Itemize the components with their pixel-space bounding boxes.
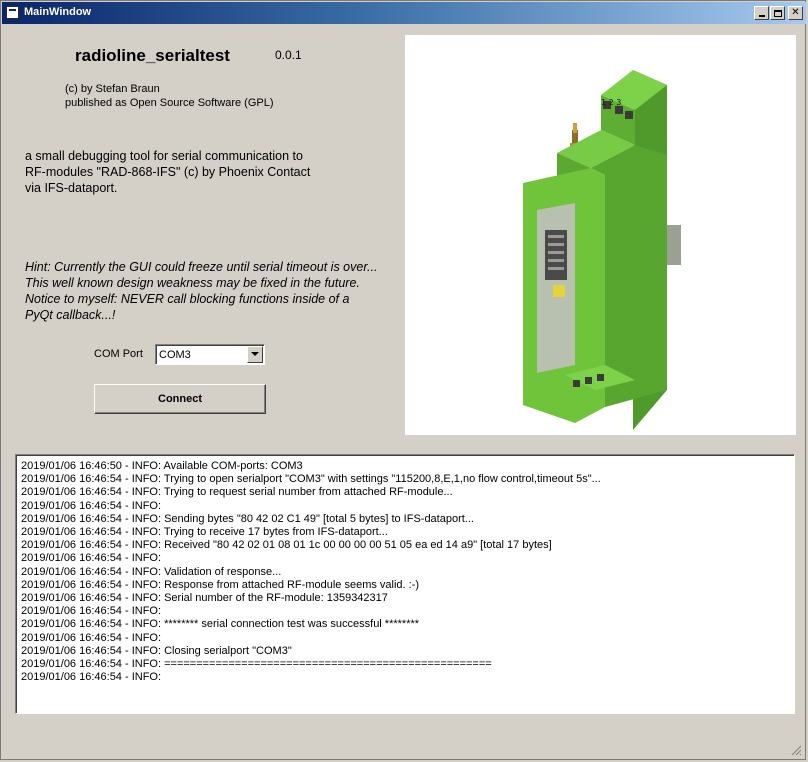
app-version: 0.0.1 — [275, 48, 302, 62]
close-button[interactable]: ✕ — [788, 6, 803, 20]
terminal-label: 1 2 3 — [601, 98, 621, 107]
hint-line: This well known design weakness may be f… — [25, 276, 360, 290]
connect-button[interactable]: Connect — [94, 384, 266, 414]
chevron-down-icon[interactable] — [247, 346, 263, 363]
log-line: 2019/01/06 16:46:50 - INFO: Available CO… — [21, 460, 303, 472]
hint-line: Notice to myself: NEVER call blocking fu… — [25, 292, 350, 306]
log-line: 2019/01/06 16:46:54 - INFO: Trying to re… — [21, 486, 453, 499]
credits: (c) by Stefan Braun published as Open So… — [65, 82, 274, 110]
credits-line: published as Open Source Software (GPL) — [65, 97, 274, 109]
log-line: 2019/01/06 16:46:54 - INFO: ******** ser… — [21, 618, 420, 631]
com-port-label: COM Port — [94, 348, 143, 360]
title-bar[interactable]: MainWindow ✕ — [2, 2, 806, 24]
app-window-icon — [6, 6, 19, 19]
log-line: 2019/01/06 16:46:54 - INFO: Serial numbe… — [21, 592, 388, 605]
resize-grip-icon[interactable] — [790, 744, 802, 756]
log-line: 2019/01/06 16:46:54 - INFO: Trying to op… — [21, 473, 601, 486]
log-line: 2019/01/06 16:46:54 - INFO: Validation o… — [21, 565, 282, 578]
credits-line: (c) by Stefan Braun — [65, 83, 160, 95]
log-line: 2019/01/06 16:46:54 - INFO: Closing seri… — [21, 644, 292, 657]
maximize-button[interactable] — [770, 6, 785, 20]
log-line: 2019/01/06 16:46:54 - INFO: — [21, 605, 162, 618]
log-line: 2019/01/06 16:46:54 - INFO: — [21, 499, 162, 512]
log-line: 2019/01/06 16:46:54 - INFO: — [21, 552, 162, 565]
description-line: a small debugging tool for serial commun… — [25, 149, 303, 163]
log-line: 2019/01/06 16:46:54 - INFO: Response fro… — [21, 578, 420, 591]
com-port-select[interactable]: COM3 — [155, 344, 265, 365]
log-line: 2019/01/06 16:46:54 - INFO: Received "80… — [21, 539, 552, 552]
description-line: via IFS-dataport. — [25, 181, 118, 195]
rf-module-picture: 1 2 3 — [523, 70, 681, 430]
hint-text: Hint: Currently the GUI could freeze unt… — [25, 259, 377, 323]
window-title: MainWindow — [24, 6, 92, 18]
log-line: 2019/01/06 16:46:54 - INFO: ============… — [21, 658, 492, 671]
minimize-icon — [758, 15, 765, 17]
hint-line: PyQt callback...! — [25, 308, 116, 322]
app-name: radioline_serialtest — [75, 46, 230, 65]
log-line: 2019/01/06 16:46:54 - INFO: — [21, 671, 162, 684]
description-line: RF-modules "RAD-868-IFS" (c) by Phoenix … — [25, 165, 311, 179]
log-output[interactable]: 2019/01/06 16:46:50 - INFO: Available CO… — [15, 454, 795, 714]
log-line: 2019/01/06 16:46:54 - INFO: Sending byte… — [21, 512, 474, 525]
log-lines: 2019/01/06 16:46:50 - INFO: Available CO… — [21, 460, 601, 684]
maximize-icon — [773, 9, 782, 17]
description: a small debugging tool for serial commun… — [25, 148, 310, 196]
hint-line: Hint: Currently the GUI could freeze unt… — [25, 260, 378, 274]
log-line: 2019/01/06 16:46:54 - INFO: — [21, 631, 162, 644]
main-window: MainWindow ✕ radioline_serialtest 0.0.1 … — [0, 0, 806, 760]
device-image: 1 2 3 — [405, 35, 796, 435]
com-port-value: COM3 — [159, 349, 191, 361]
close-icon: ✕ — [791, 7, 800, 18]
minimize-button[interactable] — [754, 6, 769, 20]
log-line: 2019/01/06 16:46:54 - INFO: Trying to re… — [21, 526, 388, 539]
